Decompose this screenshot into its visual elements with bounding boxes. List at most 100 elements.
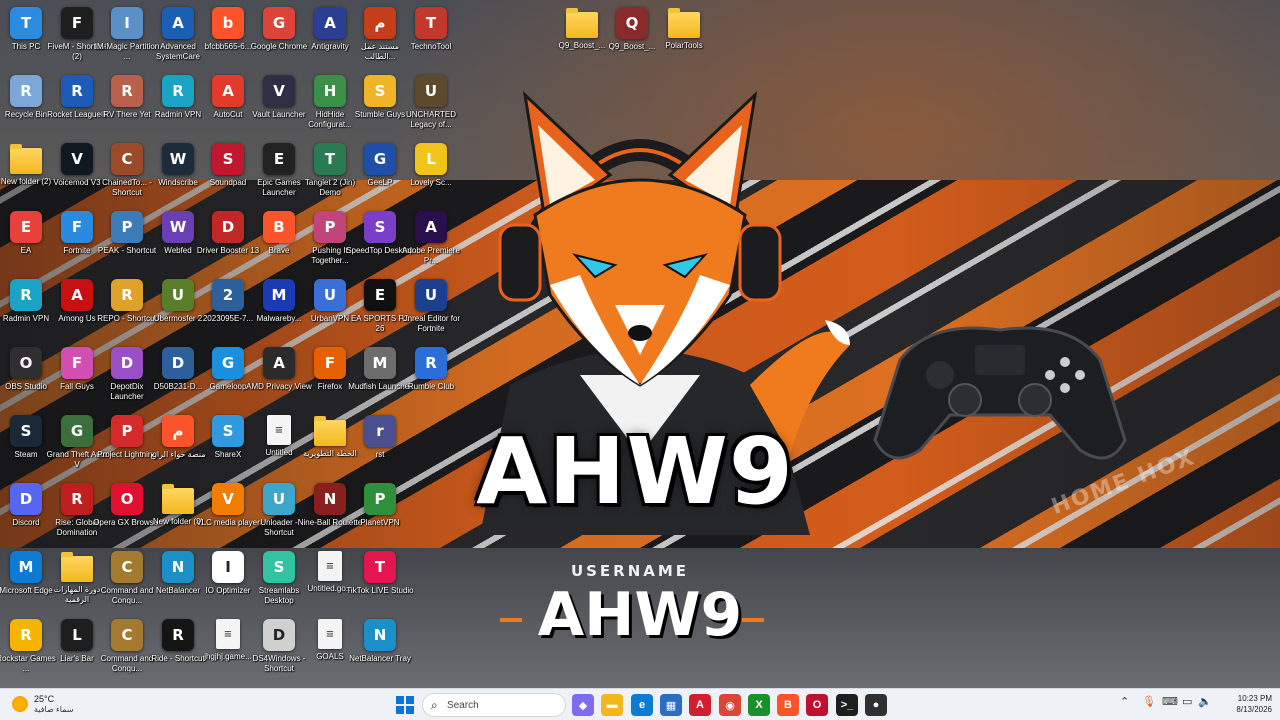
- desktop-icon[interactable]: A Adobe Premiere Pr...: [397, 208, 465, 274]
- edge-icon[interactable]: e: [631, 694, 653, 716]
- copilot-icon[interactable]: ◆: [572, 694, 594, 716]
- system-clock[interactable]: 10:23 PM 8/13/2026: [1222, 693, 1272, 715]
- tray-overflow-chevron-icon[interactable]: ⌃: [1120, 695, 1129, 708]
- keyboard-icon[interactable]: ⌨: [1162, 695, 1178, 708]
- premiere-icon: A: [415, 211, 447, 243]
- opera-icon: O: [111, 483, 143, 515]
- rv-icon: R: [111, 75, 143, 107]
- start-button[interactable]: [396, 696, 414, 714]
- autocut-icon: A: [212, 75, 244, 107]
- webfed-icon: W: [162, 211, 194, 243]
- technotool-icon: T: [415, 7, 447, 39]
- doc-icon: ≡: [318, 619, 342, 649]
- desktop-icon[interactable]: R Rumble Club: [397, 344, 465, 410]
- duck-icon: L: [415, 143, 447, 175]
- file-explorer-icon[interactable]: ▬: [601, 694, 623, 716]
- nine-ball-icon: N: [314, 483, 346, 515]
- weather-condition: سماء صافية: [34, 705, 74, 714]
- discord-icon: D: [10, 483, 42, 515]
- tiktok-icon: T: [364, 551, 396, 583]
- driver-booster-icon: D: [212, 211, 244, 243]
- antigravity-icon: A: [314, 7, 346, 39]
- folder-icon: [162, 484, 194, 514]
- geelp-icon: G: [364, 143, 396, 175]
- streamlabs-icon: S: [263, 551, 295, 583]
- clock-time: 10:23 PM: [1237, 694, 1272, 703]
- drive-icon: I: [111, 7, 143, 39]
- unreal-icon: U: [415, 279, 447, 311]
- doc-icon: ≡: [216, 619, 240, 649]
- desktop-icon-label: rst: [375, 450, 385, 459]
- desktop-icon-label: UNCHARTED Legacy of...: [405, 110, 457, 129]
- vault-icon: V: [263, 75, 295, 107]
- brave-icon: م: [162, 415, 194, 447]
- brave-icon[interactable]: B: [777, 694, 799, 716]
- windows-logo-icon: [396, 696, 404, 704]
- volume-icon[interactable]: 🔈: [1198, 695, 1212, 708]
- opera-icon[interactable]: O: [806, 694, 828, 716]
- desktop-icon-label: NetBalancer Tray: [349, 654, 411, 663]
- ea-icon: E: [10, 211, 42, 243]
- radmin-icon: R: [162, 75, 194, 107]
- caption-accent-right: [742, 618, 764, 622]
- fc26-icon: E: [364, 279, 396, 311]
- monitor-icon: T: [10, 7, 42, 39]
- terminal-icon[interactable]: >_: [836, 694, 858, 716]
- cnc-icon: C: [111, 619, 143, 651]
- rise-icon: R: [61, 483, 93, 515]
- ds4-icon: D: [263, 619, 295, 651]
- store-icon[interactable]: ▦: [660, 694, 682, 716]
- uber-icon: U: [162, 279, 194, 311]
- radmin-icon: R: [10, 279, 42, 311]
- obs-icon: O: [10, 347, 42, 379]
- davinci-icon[interactable]: ●: [865, 694, 887, 716]
- clock-date: 8/13/2026: [1236, 705, 1272, 714]
- microphone-icon[interactable]: 🎙: [1142, 695, 1156, 708]
- gameloop-icon: G: [212, 347, 244, 379]
- desktop-icon-label: PolarTools: [665, 41, 703, 50]
- io-icon: I: [212, 551, 244, 583]
- uncharted-icon: U: [415, 75, 447, 107]
- desktop-icon[interactable]: T TechnoTool: [397, 4, 465, 70]
- desktop-icon[interactable]: r rst: [346, 412, 414, 478]
- desktop-icon-label: Lovely Sc...: [410, 178, 452, 187]
- vlc-icon: V: [212, 483, 244, 515]
- desktop-icon[interactable]: P PlanetVPN: [346, 480, 414, 546]
- mudfish-icon: M: [364, 347, 396, 379]
- doc-icon: ≡: [318, 551, 342, 581]
- taskbar-search-box[interactable]: ⌕ Search: [422, 693, 566, 717]
- desktop-icon-label: TikTok LIVE Studio: [346, 586, 414, 595]
- sharex-icon: S: [212, 415, 244, 447]
- pushing-icon: P: [314, 211, 346, 243]
- amd-icon: A: [263, 347, 295, 379]
- desktop-icon[interactable]: U Unreal Editor for Fortnite: [397, 276, 465, 342]
- voicemod-icon: V: [61, 143, 93, 175]
- desktop-icon[interactable]: T TikTok LIVE Studio: [346, 548, 414, 614]
- amd-icon[interactable]: A: [689, 694, 711, 716]
- desktop-icon-label: PlanetVPN: [360, 518, 400, 527]
- fortnite-icon: F: [61, 211, 93, 243]
- desktop-icon[interactable]: PolarTools: [650, 4, 718, 70]
- image-icon: D: [162, 347, 194, 379]
- netbalancer-icon: N: [162, 551, 194, 583]
- edge-icon: M: [10, 551, 42, 583]
- xbox-icon[interactable]: X: [748, 694, 770, 716]
- rst-icon: r: [364, 415, 396, 447]
- taskbar: 25°C سماء صافية ⌕ Search ◆ ▬ e ▦ A ◉ X B O >_ ● ⌃ …: [0, 688, 1280, 720]
- network-icon[interactable]: ▭: [1182, 695, 1192, 708]
- doc-icon: ≡: [267, 415, 291, 445]
- desktop-icon[interactable]: U UNCHARTED Legacy of...: [397, 72, 465, 138]
- repo-icon: R: [111, 279, 143, 311]
- unreal-icon: R: [162, 619, 194, 651]
- desktop-icon[interactable]: N NetBalancer Tray: [346, 616, 414, 682]
- weather-widget[interactable]: 25°C سماء صافية: [10, 692, 120, 718]
- soundpad-icon: S: [212, 143, 244, 175]
- hidhide-icon: H: [314, 75, 346, 107]
- desktop-icon-label: Adobe Premiere Pr...: [402, 246, 460, 265]
- chrome-icon: G: [263, 7, 295, 39]
- winrar-icon: Q: [616, 7, 648, 39]
- desktop-icon-label: Unreal Editor for Fortnite: [401, 314, 461, 333]
- chrome-icon[interactable]: ◉: [719, 694, 741, 716]
- gamepad-art: [873, 326, 1127, 460]
- desktop-icon[interactable]: L Lovely Sc...: [397, 140, 465, 206]
